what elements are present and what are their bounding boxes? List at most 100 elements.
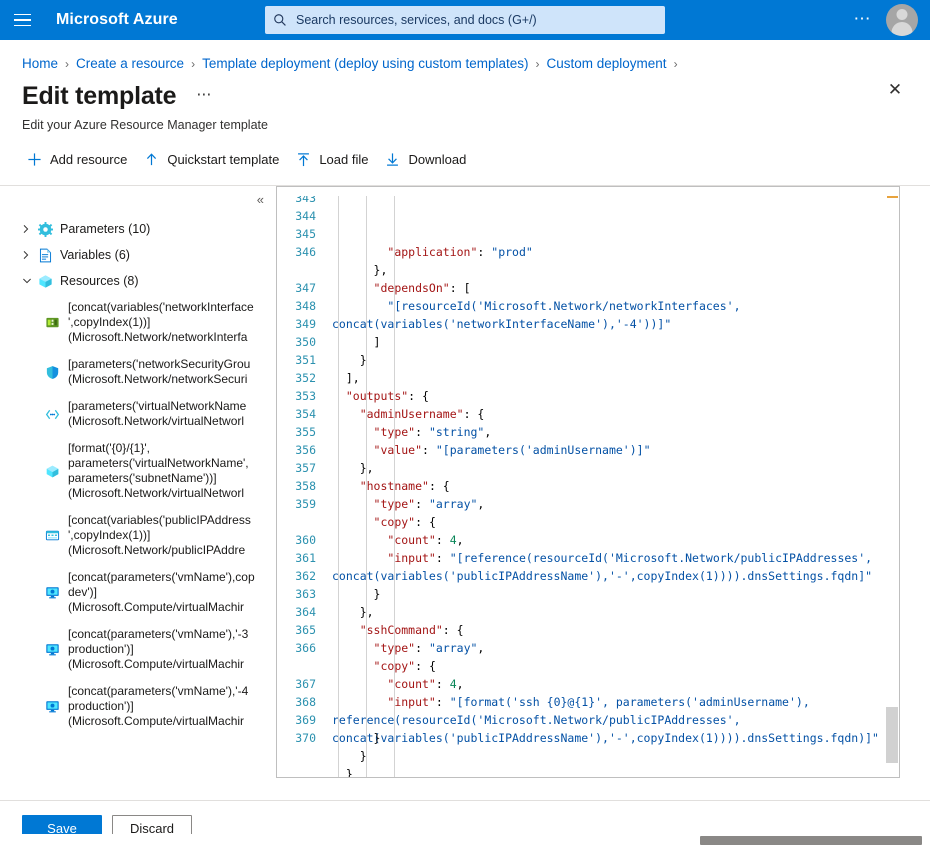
editor-line-number: 349 bbox=[295, 317, 316, 331]
editor-code-line[interactable]: ], bbox=[332, 369, 899, 387]
tree-resource-item[interactable]: [concat(parameters('vmName'),cop dev')] … bbox=[42, 564, 276, 621]
collapse-pane-icon[interactable]: « bbox=[253, 190, 268, 209]
editor-code-line[interactable]: "copy": { bbox=[332, 657, 899, 675]
breadcrumb-item-template-deployment[interactable]: Template deployment (deploy using custom… bbox=[202, 56, 528, 71]
editor-code-line[interactable]: } bbox=[332, 351, 899, 369]
breadcrumb-item-home[interactable]: Home bbox=[22, 56, 58, 71]
editor-code[interactable]: "application": "prod" }, "dependsOn": [ … bbox=[324, 187, 899, 777]
document-icon bbox=[36, 248, 54, 263]
plus-icon bbox=[26, 151, 43, 168]
editor-code-line[interactable]: "value": "[parameters('adminUsername')]" bbox=[332, 441, 899, 459]
editor-code-line[interactable]: "copy": { bbox=[332, 513, 899, 531]
editor-code-line[interactable]: "count": 4, bbox=[332, 531, 899, 549]
editor-line-number: 359 bbox=[295, 497, 316, 511]
editor-line-number: 347 bbox=[295, 281, 316, 295]
chevron-right-icon[interactable] bbox=[22, 250, 36, 260]
tree-group-variables[interactable]: Variables (6) bbox=[22, 242, 276, 268]
search-input[interactable] bbox=[294, 12, 657, 28]
tree-resource-label: [format('{0}/{1}', parameters('virtualNe… bbox=[68, 441, 249, 500]
quickstart-template-button[interactable]: Quickstart template bbox=[137, 146, 289, 173]
editor-scroll-thumb[interactable] bbox=[886, 707, 898, 763]
tree-group-resources[interactable]: Resources (8) bbox=[22, 268, 276, 294]
subnet-icon bbox=[42, 464, 62, 479]
editor-line-number: 352 bbox=[295, 371, 316, 385]
tree-resource-label: [concat(parameters('vmName'),'-3 product… bbox=[68, 627, 249, 671]
cube-icon bbox=[36, 274, 54, 289]
page-title: Edit template bbox=[22, 82, 177, 110]
editor-line-number: 358 bbox=[295, 479, 316, 493]
template-code-editor[interactable]: 343344345346.347348349350351352353354355… bbox=[276, 186, 900, 778]
tree-resource-item[interactable]: [concat(variables('networkInterface ',co… bbox=[42, 294, 276, 351]
brand-label[interactable]: Microsoft Azure bbox=[56, 11, 178, 29]
tree-resource-item[interactable]: [concat(parameters('vmName'),'-3 product… bbox=[42, 621, 276, 678]
tree-resource-item[interactable]: [format('{0}/{1}', parameters('virtualNe… bbox=[42, 435, 276, 507]
breadcrumb-item-custom-deployment[interactable]: Custom deployment bbox=[547, 56, 667, 71]
editor-code-line[interactable]: ] bbox=[332, 333, 899, 351]
tree-resource-label: [concat(variables('publicIPAddress ',cop… bbox=[68, 513, 251, 557]
network-interface-icon bbox=[42, 315, 62, 330]
editor-code-line[interactable]: "sshCommand": { bbox=[332, 621, 899, 639]
editor-code-line[interactable]: "dependsOn": [ bbox=[332, 279, 899, 297]
add-resource-button[interactable]: Add resource bbox=[20, 146, 137, 173]
tree-group-resources-label: Resources (8) bbox=[60, 274, 139, 288]
tree-group-parameters[interactable]: Parameters (10) bbox=[22, 216, 276, 242]
page-horizontal-scrollbar[interactable] bbox=[0, 834, 930, 847]
editor-code-line[interactable]: "application": "prod" bbox=[332, 243, 899, 261]
editor-code-line[interactable]: "type": "array", bbox=[332, 639, 899, 657]
editor-code-line[interactable]: "hostname": { bbox=[332, 477, 899, 495]
download-button[interactable]: Download bbox=[378, 146, 476, 173]
editor-code-line[interactable]: "outputs": { bbox=[332, 387, 899, 405]
editor-code-line[interactable]: "adminUsername": { bbox=[332, 405, 899, 423]
tree-resource-item[interactable]: [concat(variables('publicIPAddress ',cop… bbox=[42, 507, 276, 564]
tree-resource-item[interactable]: [concat(parameters('vmName'),'-4 product… bbox=[42, 678, 276, 735]
chevron-down-icon[interactable] bbox=[22, 277, 36, 285]
load-file-button[interactable]: Load file bbox=[289, 146, 378, 173]
tree-resource-label: [parameters('virtualNetworkName (Microso… bbox=[68, 399, 247, 428]
quickstart-template-label: Quickstart template bbox=[167, 152, 280, 167]
close-icon[interactable]: ✕ bbox=[882, 77, 908, 103]
editor-code-line[interactable]: "type": "string", bbox=[332, 423, 899, 441]
editor-line-number: 344 bbox=[295, 209, 316, 223]
tree-group-variables-label: Variables (6) bbox=[60, 248, 130, 262]
page-more-icon[interactable]: ⋯ bbox=[190, 81, 219, 107]
download-icon bbox=[384, 151, 401, 168]
editor-code-line[interactable]: "input": "[reference(resourceId('Microso… bbox=[332, 549, 899, 585]
editor-code-line[interactable]: }, bbox=[332, 603, 899, 621]
tree-resource-label: [concat(parameters('vmName'),'-4 product… bbox=[68, 684, 249, 728]
download-label: Download bbox=[408, 152, 467, 167]
editor-code-line[interactable]: } bbox=[332, 585, 899, 603]
avatar[interactable] bbox=[886, 4, 918, 36]
tree-resource-item[interactable]: [parameters('networkSecurityGrou (Micros… bbox=[42, 351, 276, 393]
page-scroll-thumb[interactable] bbox=[700, 836, 922, 845]
editor-line-number: 367 bbox=[295, 677, 316, 691]
editor-line-number: 368 bbox=[295, 695, 316, 709]
editor-line-number: 369 bbox=[295, 713, 316, 727]
tree-resource-item[interactable]: [parameters('virtualNetworkName (Microso… bbox=[42, 393, 276, 435]
editor-code-line[interactable]: }, bbox=[332, 261, 899, 279]
add-resource-label: Add resource bbox=[50, 152, 128, 167]
editor-line-number: 366 bbox=[295, 641, 316, 655]
editor-code-line[interactable]: "[resourceId('Microsoft.Network/networkI… bbox=[332, 297, 899, 333]
tree-resource-label: [parameters('networkSecurityGrou (Micros… bbox=[68, 357, 251, 386]
editor-code-line[interactable]: "count": 4, bbox=[332, 675, 899, 693]
editor-code-line[interactable]: "type": "array", bbox=[332, 495, 899, 513]
editor-line-number: 364 bbox=[295, 605, 316, 619]
editor-code-line[interactable]: } bbox=[332, 765, 899, 777]
editor-vertical-scrollbar[interactable] bbox=[885, 187, 899, 777]
chevron-right-icon[interactable] bbox=[22, 224, 36, 234]
editor-line-number: 362 bbox=[295, 569, 316, 583]
header-more-icon[interactable]: ⋯ bbox=[844, 2, 883, 39]
hamburger-icon[interactable] bbox=[0, 0, 44, 40]
editor-code-line[interactable]: } bbox=[332, 747, 899, 765]
global-search[interactable] bbox=[265, 6, 665, 34]
editor-line-number: 363 bbox=[295, 587, 316, 601]
editor-code-line[interactable]: }, bbox=[332, 459, 899, 477]
public-ip-icon bbox=[42, 528, 62, 543]
upload-icon bbox=[295, 151, 312, 168]
editor-code-line[interactable]: "input": "[format('ssh {0}@{1}', paramet… bbox=[332, 693, 899, 745]
header-actions: ⋯ bbox=[844, 0, 923, 40]
editor-line-number: 354 bbox=[295, 407, 316, 421]
breadcrumb-item-create-a-resource[interactable]: Create a resource bbox=[76, 56, 184, 71]
editor-line-number: 353 bbox=[295, 389, 316, 403]
virtual-network-icon bbox=[42, 407, 62, 422]
